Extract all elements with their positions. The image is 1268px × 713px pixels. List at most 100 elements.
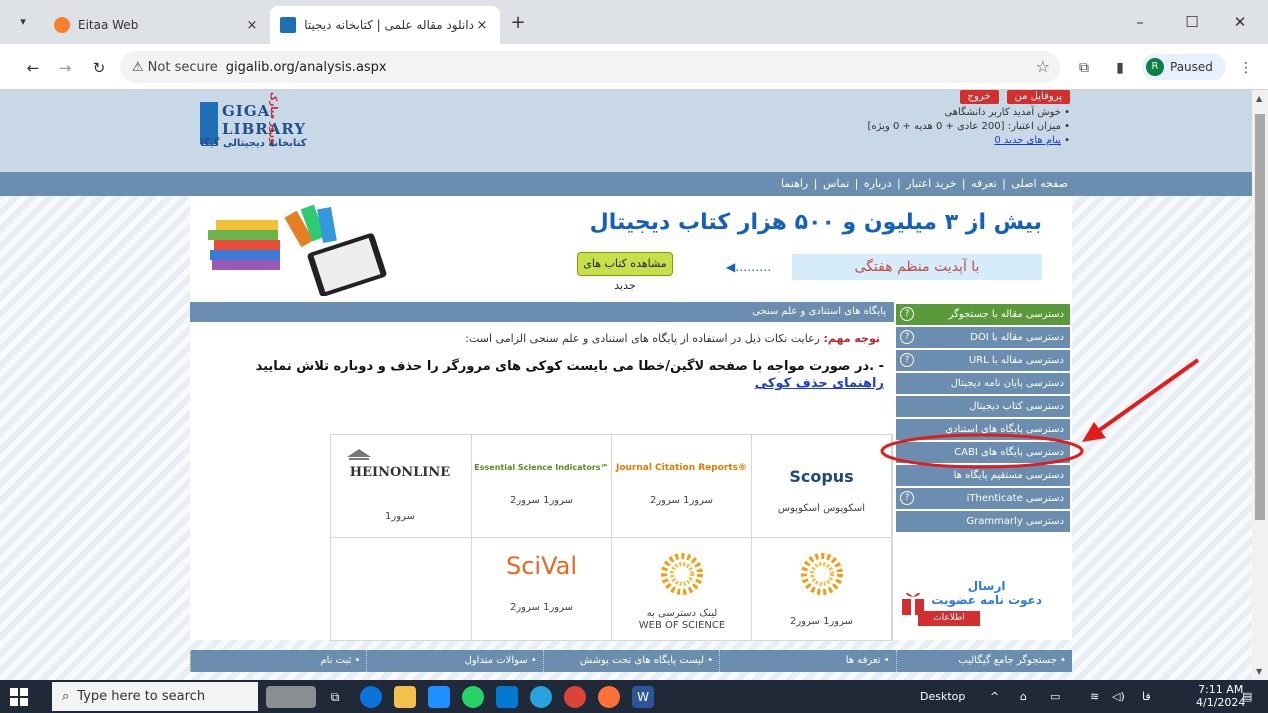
- extensions-icon[interactable]: ⧉: [1072, 56, 1096, 80]
- promo-banner: بیش از ۳ میلیون و ۵۰۰ هزار کتاب دیجیتال …: [190, 196, 1072, 302]
- db-cell-wos-1[interactable]: سرور1 سرور2: [752, 538, 892, 641]
- menu-help[interactable]: راهنما: [781, 177, 808, 190]
- footer-link-register[interactable]: • ثبت نام: [189, 650, 366, 672]
- exit-link[interactable]: خروج: [959, 90, 999, 104]
- battery-icon[interactable]: ▭: [1050, 680, 1060, 713]
- footer-link-db-list[interactable]: • لیست پایگاه های تحت پوشش: [542, 650, 719, 672]
- desktop-toolbar[interactable]: Desktop: [920, 680, 965, 713]
- footer-link-tariffs[interactable]: • تعرفه ها: [719, 650, 895, 672]
- wos-access-link[interactable]: لینک دسترسی به WEB OF SCIENCE: [637, 608, 727, 632]
- db-links[interactable]: سرور1 سرور2: [752, 616, 891, 627]
- whatsapp-icon[interactable]: [462, 686, 484, 708]
- telegram-icon[interactable]: [530, 686, 552, 708]
- notifications-icon[interactable]: ▤: [1242, 680, 1252, 713]
- sidebar-item-grammarly[interactable]: دسترسی Grammarly: [896, 511, 1070, 532]
- file-explorer-icon[interactable]: [394, 686, 416, 708]
- minimize-button[interactable]: –: [1118, 8, 1162, 36]
- menu-icon[interactable]: ⋮: [1234, 56, 1258, 80]
- language-indicator[interactable]: فا: [1142, 680, 1151, 713]
- menu-about[interactable]: درباره: [864, 177, 892, 190]
- menu-contact[interactable]: تماس: [823, 177, 849, 190]
- logo-subtitle: کتابخانه دیجیتالی گیگا: [200, 138, 307, 149]
- more-info-button[interactable]: اطلاعات بیشتر...: [918, 611, 980, 638]
- scroll-thumb[interactable]: [1255, 114, 1265, 520]
- word-icon[interactable]: W: [632, 686, 654, 708]
- menu-tariff[interactable]: تعرفه: [971, 177, 997, 190]
- eitaa-icon: [54, 17, 70, 33]
- site-header: GIGA LIBRARY نوروز مبارک کتابخانه دیجیتال…: [0, 90, 1252, 172]
- db-links[interactable]: سرور1: [329, 511, 471, 522]
- windows-start-icon[interactable]: [10, 688, 28, 706]
- invite-box[interactable]: ارسال دعوت نامه عضویت اطلاعات بیشتر...: [896, 575, 1070, 638]
- db-cell-jcr[interactable]: Journal Citation Reports® سرور1 سرور2: [612, 435, 752, 538]
- banner-subtitle: با آپدیت منظم هفتگی: [792, 254, 1042, 280]
- user-box: پروفایل من خروج • خوش آمدید کاربر دانشگا…: [850, 90, 1070, 148]
- tab-gigalib[interactable]: دانلود مقاله علمی | کتابخانه دیجیتال ×: [270, 6, 500, 44]
- cookie-help-link[interactable]: راهنمای حذف کوکی: [755, 376, 884, 391]
- db-links[interactable]: اسکوپوس اسکوپوس: [752, 503, 891, 514]
- close-window-button[interactable]: ✕: [1218, 8, 1262, 36]
- credit-text: • میزان اعتبار: [200 عادی + 0 هدیه + 0 و…: [867, 121, 1070, 132]
- side-panel-icon[interactable]: ▮: [1108, 56, 1132, 80]
- menu-buy-credit[interactable]: خرید اعتبار: [906, 177, 956, 190]
- scroll-down-icon[interactable]: ▼: [1256, 667, 1262, 676]
- bookmark-star-icon[interactable]: ☆: [1036, 57, 1050, 76]
- db-cell-scopus[interactable]: Scopus اسکوپوس اسکوپوس: [752, 435, 892, 538]
- scroll-up-icon[interactable]: ▲: [1256, 94, 1262, 103]
- mail-icon[interactable]: [496, 686, 518, 708]
- db-cell-wos-2[interactable]: لینک دسترسی به WEB OF SCIENCE: [612, 538, 752, 641]
- security-indicator[interactable]: ⚠ Not secure: [132, 60, 218, 75]
- help-icon[interactable]: ?: [900, 330, 914, 344]
- firefox-icon[interactable]: [598, 686, 620, 708]
- page-scrollbar[interactable]: ▲ ▼: [1252, 90, 1268, 680]
- new-books-button[interactable]: مشاهده کتاب های جدید: [577, 252, 673, 292]
- chrome-icon[interactable]: [564, 686, 586, 708]
- footer-link-search[interactable]: • جستجوگر جامع گیگالیب: [895, 650, 1072, 672]
- new-tab-button[interactable]: +: [506, 12, 530, 36]
- annotation-highlight: [880, 358, 1200, 469]
- help-icon[interactable]: ?: [900, 491, 914, 505]
- sidebar-item-doi[interactable]: دسترسی مقاله با DOI?: [896, 327, 1070, 348]
- maximize-button[interactable]: ☐: [1170, 8, 1214, 36]
- close-icon[interactable]: ×: [244, 18, 260, 33]
- invite-line2: دعوت نامه عضویت: [931, 593, 1042, 607]
- help-icon[interactable]: ?: [900, 307, 914, 321]
- taskbar-search[interactable]: ⌕ Type here to search: [52, 682, 258, 711]
- menu-home[interactable]: صفحه اصلی: [1011, 177, 1068, 190]
- network-icon[interactable]: ⌂: [1020, 680, 1027, 713]
- gigalib-icon: [280, 17, 296, 33]
- volume-icon[interactable]: ◁): [1112, 680, 1125, 713]
- windows-taskbar: ⌕ Type here to search ⧉ W Desktop ^ ⌂ ▭ ≋…: [0, 680, 1268, 713]
- forward-button[interactable]: →: [52, 56, 78, 80]
- heinonline-text: HEINONLINE: [349, 465, 451, 480]
- sidebar-item-ithenticate[interactable]: دسترسی iThenticate?: [896, 488, 1070, 509]
- close-icon[interactable]: ×: [474, 18, 490, 33]
- db-cell-esi[interactable]: Essential Science Indicators℠ سرور1 سرور…: [472, 435, 612, 538]
- db-cell-scival[interactable]: SciVal سرور1 سرور2: [472, 538, 612, 641]
- db-links[interactable]: سرور1 سرور2: [472, 495, 611, 506]
- weather-widget-icon[interactable]: [266, 686, 316, 708]
- reload-button[interactable]: ↻: [86, 56, 112, 80]
- back-button[interactable]: ←: [20, 56, 46, 80]
- site-logo[interactable]: GIGA LIBRARY: [200, 94, 305, 144]
- footer-link-faq[interactable]: • سوالات متداول: [366, 650, 542, 672]
- profile-button[interactable]: R Paused: [1142, 54, 1226, 80]
- db-cell-heinonline[interactable]: HEINONLINE سرور1: [329, 435, 472, 538]
- db-links[interactable]: سرور1 سرور2: [472, 602, 611, 613]
- task-view-icon[interactable]: ⧉: [324, 686, 346, 708]
- chevron-up-icon[interactable]: ^: [990, 680, 999, 713]
- profile-link[interactable]: پروفایل من: [1006, 90, 1070, 104]
- clock[interactable]: 7:11 AM 4/1/2024: [1196, 683, 1245, 709]
- wifi-icon[interactable]: ≋: [1090, 680, 1099, 713]
- db-links[interactable]: سرور1 سرور2: [612, 495, 751, 506]
- tab-search-button[interactable]: ▾: [10, 10, 36, 34]
- heinonline-logo-icon: [347, 449, 371, 460]
- address-bar[interactable]: ⚠ Not secure gigalib.org/analysis.aspx ☆: [120, 51, 1060, 83]
- tab-eitaa[interactable]: Eitaa Web ×: [44, 6, 270, 44]
- main-content: پایگاه های استنادی و علم سنجی توجه مهم: …: [190, 302, 894, 641]
- messages-link[interactable]: پیام های جدید 0: [994, 135, 1061, 146]
- scopus-logo: Scopus: [789, 467, 854, 486]
- edge-icon[interactable]: [360, 686, 382, 708]
- sidebar-item-search[interactable]: دسترسی مقاله با جستجوگر?: [896, 304, 1070, 325]
- calendar-app-icon[interactable]: [428, 686, 450, 708]
